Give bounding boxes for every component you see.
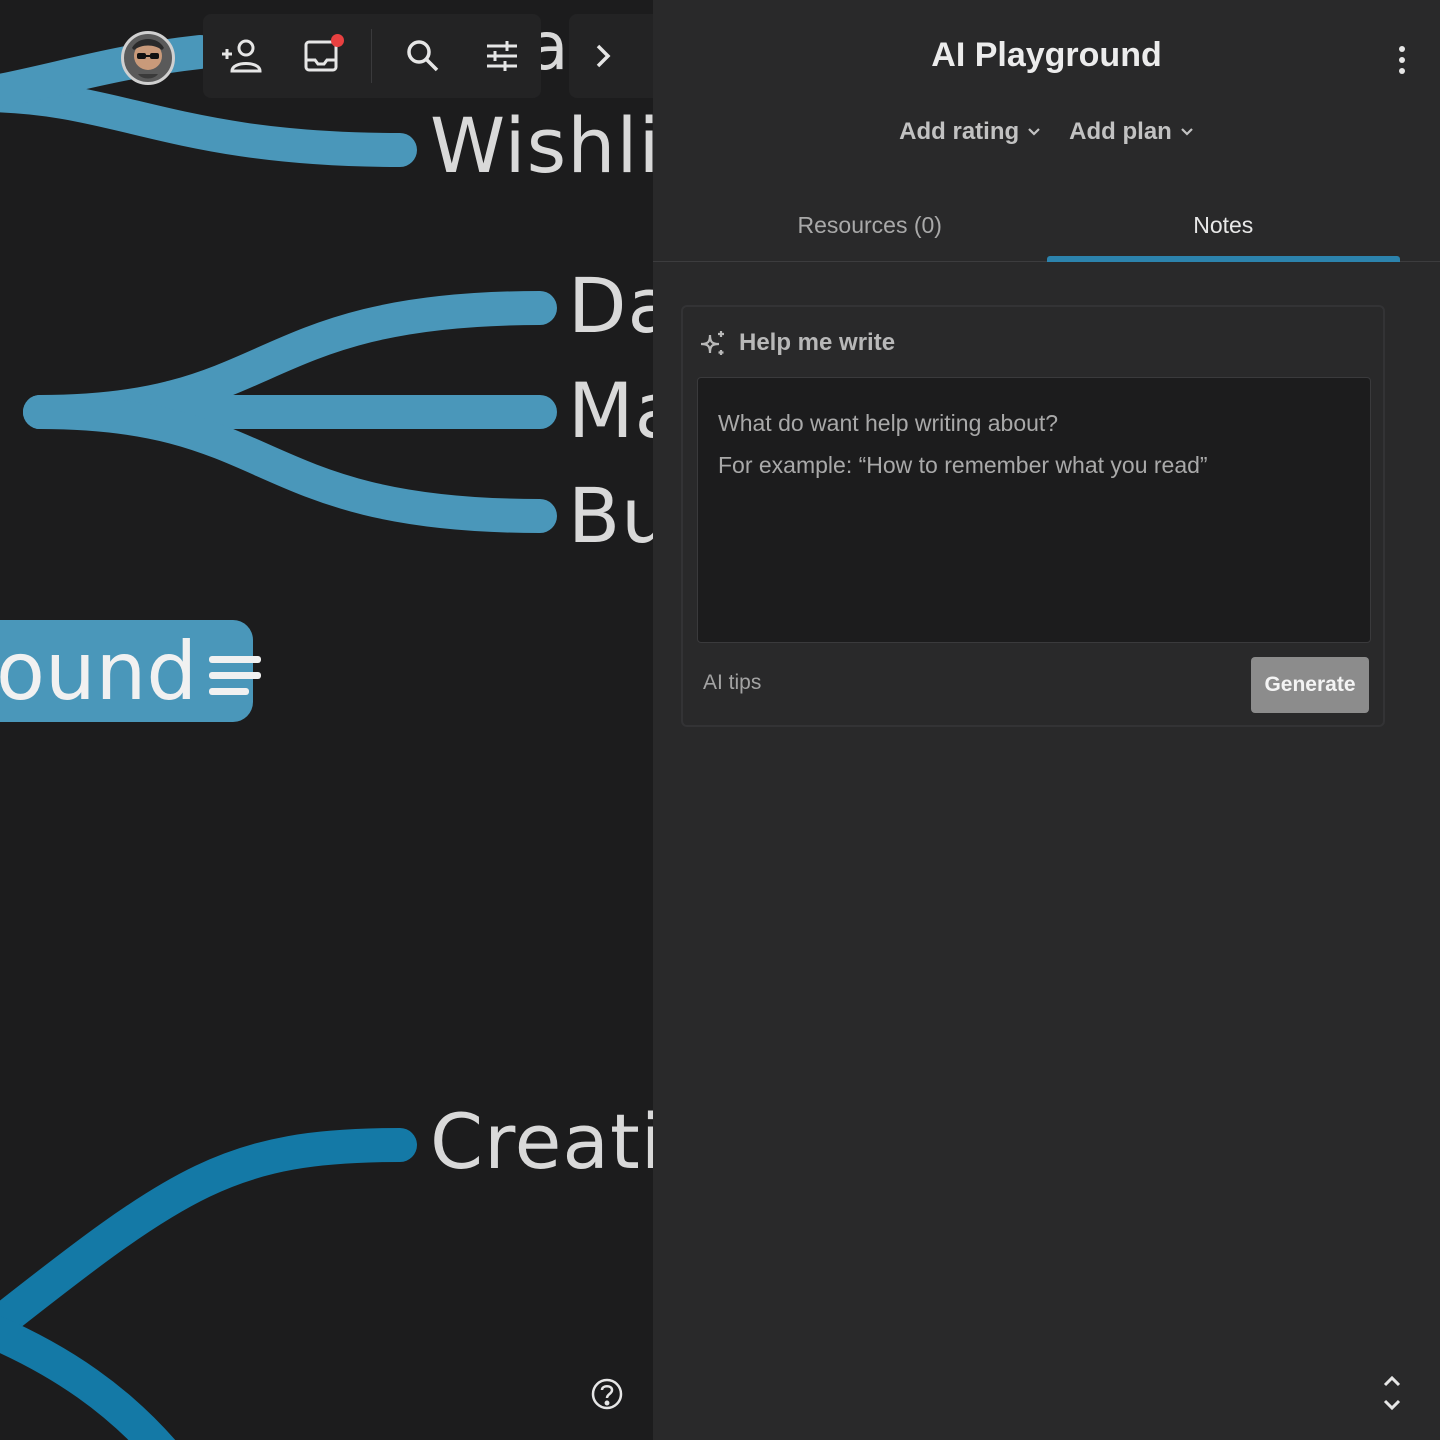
expand-collapse-icon[interactable] — [1380, 1372, 1404, 1414]
user-avatar[interactable] — [121, 31, 175, 85]
add-rating-label: Add rating — [899, 118, 1020, 145]
chevron-down-icon — [1181, 128, 1193, 136]
node-pill-label: ound — [0, 624, 198, 718]
add-plan-button[interactable]: Add plan — [1069, 118, 1194, 146]
notes-lines-icon — [209, 655, 262, 695]
help-circle-icon[interactable] — [590, 1377, 624, 1411]
search-icon[interactable] — [395, 28, 451, 84]
details-panel: AI Playground Add rating Add plan Resour… — [653, 0, 1440, 1440]
toolbar-divider — [371, 29, 373, 83]
node-create[interactable]: Creati — [430, 1104, 653, 1180]
panel-title: AI Playground — [931, 36, 1162, 74]
node-da[interactable]: Da — [568, 268, 653, 344]
add-plan-label: Add plan — [1069, 118, 1172, 145]
meta-actions: Add rating Add plan — [653, 118, 1440, 146]
canvas-toolbar — [203, 14, 541, 98]
branch-wishlist — [0, 78, 417, 167]
tab-resources[interactable]: Resources (0) — [693, 190, 1047, 261]
mind-map-canvas[interactable]: a Wishli Da Ma Bu Creati ǝ ound — [0, 0, 653, 1440]
node-wishlist[interactable]: Wishli — [430, 108, 653, 184]
branch-lower — [0, 1315, 176, 1440]
help-me-write-input[interactable]: What do want help writing about? For exa… — [697, 377, 1371, 643]
help-me-write-title: Help me write — [739, 329, 896, 356]
inbox-icon[interactable] — [293, 28, 349, 84]
panel-tabs: Resources (0) Notes — [653, 190, 1440, 262]
sliders-icon[interactable] — [474, 28, 530, 84]
chevron-right-icon[interactable] — [569, 14, 653, 98]
generate-button[interactable]: Generate — [1251, 657, 1369, 713]
input-placeholder-line2: For example: “How to remember what you r… — [718, 452, 1208, 478]
branch-create — [0, 1128, 417, 1344]
ai-tips-link[interactable]: AI tips — [703, 671, 761, 695]
node-bu[interactable]: Bu — [568, 478, 653, 554]
add-person-icon[interactable] — [214, 28, 270, 84]
input-placeholder-line1: What do want help writing about? — [718, 410, 1059, 436]
chevron-down-icon — [1028, 128, 1040, 136]
help-me-write-card: Help me write What do want help writing … — [681, 305, 1385, 727]
notification-dot — [330, 34, 344, 47]
node-ma[interactable]: Ma — [568, 373, 653, 449]
tab-notes[interactable]: Notes — [1046, 190, 1401, 262]
more-options-icon[interactable] — [1394, 44, 1410, 76]
node-pill-playground[interactable]: ound — [0, 620, 262, 722]
sparkle-icon — [700, 331, 724, 355]
add-rating-button[interactable]: Add rating — [899, 118, 1041, 146]
help-me-write-header: Help me write — [699, 329, 895, 357]
